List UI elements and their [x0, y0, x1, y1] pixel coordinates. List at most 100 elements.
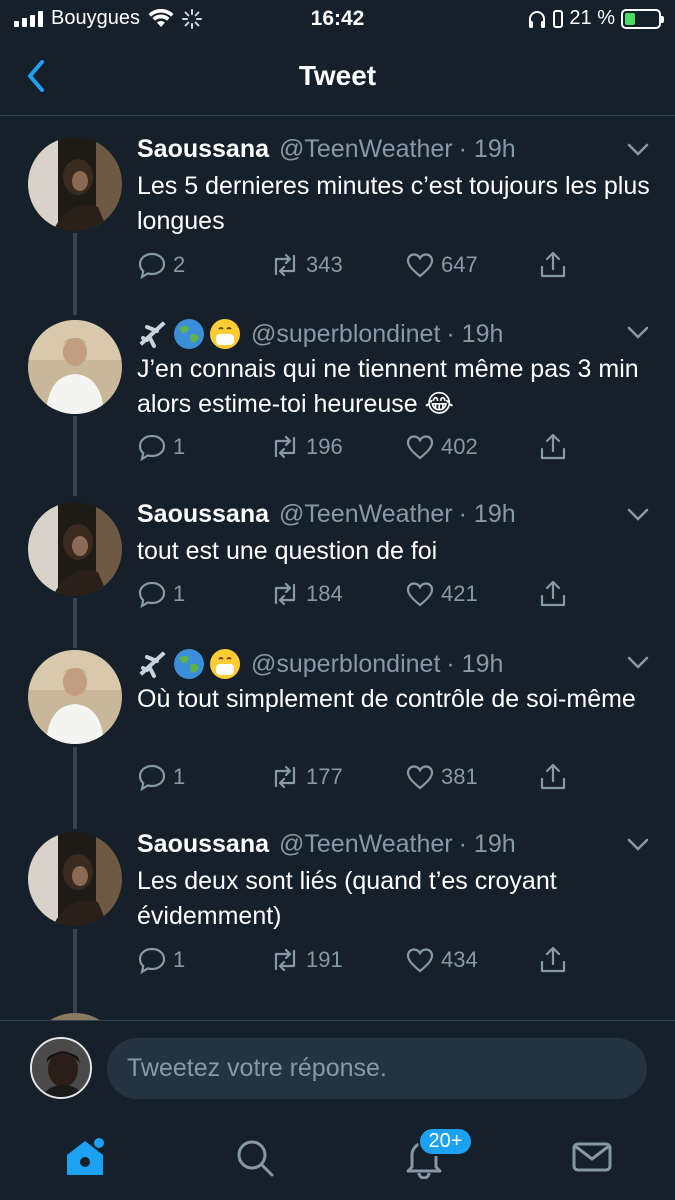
author-name[interactable]: Saoussana [137, 500, 269, 529]
heart-icon [406, 765, 434, 790]
retweet-count: 196 [306, 434, 343, 459]
battery-percent: 21 % [569, 7, 615, 29]
orientation-lock-icon [553, 9, 564, 28]
display-name-emojis[interactable] [137, 318, 241, 350]
like-button[interactable]: 647 [405, 250, 478, 280]
share-icon [540, 763, 566, 790]
author-handle[interactable]: @superblondinet [251, 650, 440, 679]
heart-icon [406, 582, 434, 607]
tweet-actions: 2 343 647 [137, 250, 587, 282]
tweet-text: tout est une question de foi [137, 537, 438, 565]
reply-button[interactable]: 1 [137, 762, 185, 792]
airplane-emoji-icon [139, 650, 167, 678]
mask-face-emoji-icon [210, 319, 240, 349]
tweet-actions: 1 177 381 [137, 762, 587, 794]
tweet-header: Saoussana @TeenWeather · 19h [137, 500, 516, 529]
heart-icon [406, 435, 434, 460]
tweet-actions: 1 184 421 [137, 579, 587, 611]
like-button[interactable]: 434 [405, 945, 478, 975]
messages-icon[interactable] [570, 1135, 614, 1179]
retweet-button[interactable]: 184 [270, 579, 343, 609]
reply-icon [138, 434, 166, 462]
tweet-header: @superblondinet · 19h [137, 648, 503, 680]
reply-input[interactable] [107, 1038, 647, 1099]
reply-count: 1 [173, 947, 186, 972]
retweet-button[interactable]: 343 [270, 250, 343, 280]
tweet[interactable]: Saoussana @TeenWeather · 19h Les deux so… [0, 812, 675, 994]
reply-button[interactable]: 1 [137, 579, 185, 609]
share-button[interactable] [538, 250, 568, 280]
globe-emoji-icon [174, 649, 204, 679]
airplane-emoji-icon [139, 320, 167, 348]
status-bar: Bouygues 16:42 21 % [0, 0, 675, 38]
author-handle[interactable]: @TeenWeather [279, 830, 453, 859]
author-name[interactable]: Saoussana [137, 830, 269, 859]
chevron-down-icon[interactable] [627, 326, 649, 340]
chevron-down-icon[interactable] [627, 656, 649, 670]
retweet-button[interactable]: 196 [270, 432, 343, 462]
tweet-thread[interactable]: Saoussana @TeenWeather · 19h Les 5 derni… [0, 117, 675, 1020]
share-button[interactable] [538, 945, 568, 975]
retweet-button[interactable]: 177 [270, 762, 343, 792]
reply-button[interactable]: 1 [137, 945, 185, 975]
page-title: Tweet [298, 60, 377, 91]
avatar[interactable] [28, 650, 122, 744]
reply-count: 2 [173, 252, 186, 277]
reply-icon [138, 947, 166, 975]
share-icon [540, 946, 566, 973]
author-handle[interactable]: @TeenWeather [279, 135, 453, 164]
like-button[interactable]: 381 [405, 762, 478, 792]
display-name-emojis[interactable] [137, 648, 241, 680]
retweet-button[interactable]: 191 [270, 945, 343, 975]
retweet-icon [274, 582, 296, 606]
home-icon[interactable] [63, 1135, 107, 1179]
tab-bar [0, 1115, 675, 1200]
tweet[interactable]: @superblondinet · 19h J’en connais qui n… [0, 300, 675, 482]
heart-icon [406, 253, 434, 278]
mask-face-emoji-icon [210, 649, 240, 679]
reply-icon [138, 252, 166, 280]
heart-icon [406, 948, 434, 973]
tweet-time: · 19h [458, 830, 516, 858]
avatar[interactable] [28, 137, 122, 231]
reply-count: 1 [173, 581, 186, 606]
share-button[interactable] [538, 579, 568, 609]
avatar[interactable] [28, 320, 122, 414]
reply-button[interactable]: 2 [137, 250, 185, 280]
avatar[interactable] [28, 832, 122, 926]
tweet-text: Où tout simplement de contrôle de soi-mê… [137, 685, 636, 713]
battery-icon [621, 8, 664, 29]
author-name[interactable]: Saoussana [137, 135, 269, 164]
chevron-down-icon[interactable] [627, 838, 649, 852]
retweet-count: 184 [306, 581, 343, 606]
author-handle[interactable]: @TeenWeather [279, 500, 453, 529]
search-icon[interactable] [232, 1135, 276, 1179]
reply-button[interactable]: 1 [137, 432, 185, 462]
reply-icon [138, 764, 166, 792]
tweet[interactable]: Saoussana @TeenWeather · 19h Les 5 derni… [0, 117, 675, 300]
status-right: 21 % [527, 7, 664, 30]
tweet[interactable]: Saoussana @TeenWeather · 19h tout est un… [0, 482, 675, 630]
notifications-badge: 20+ [418, 1127, 473, 1156]
like-button[interactable]: 402 [405, 432, 478, 462]
avatar[interactable] [28, 1013, 122, 1020]
chevron-down-icon[interactable] [627, 143, 649, 157]
reply-count: 1 [173, 764, 186, 789]
tweet-actions: 1 191 434 [137, 945, 587, 977]
tweet-header: @superblondinet · 19h [137, 318, 503, 350]
like-button[interactable]: 421 [405, 579, 478, 609]
tweet-header: Saoussana @TeenWeather · 19h [137, 135, 516, 164]
author-handle[interactable]: @superblondinet [251, 320, 440, 349]
retweet-icon [274, 253, 296, 277]
user-avatar[interactable] [30, 1037, 92, 1099]
avatar[interactable] [28, 502, 122, 596]
share-button[interactable] [538, 762, 568, 792]
chevron-down-icon[interactable] [627, 508, 649, 522]
retweet-count: 343 [306, 252, 343, 277]
share-button[interactable] [538, 432, 568, 462]
tweet[interactable]: @superblondinet · 19h Où tout simplement… [0, 630, 675, 812]
tweet-time: · 19h [458, 135, 516, 163]
tweet-text: Les 5 dernieres minutes c’est toujours l… [137, 172, 650, 235]
like-count: 402 [441, 434, 478, 459]
retweet-count: 191 [306, 947, 343, 972]
